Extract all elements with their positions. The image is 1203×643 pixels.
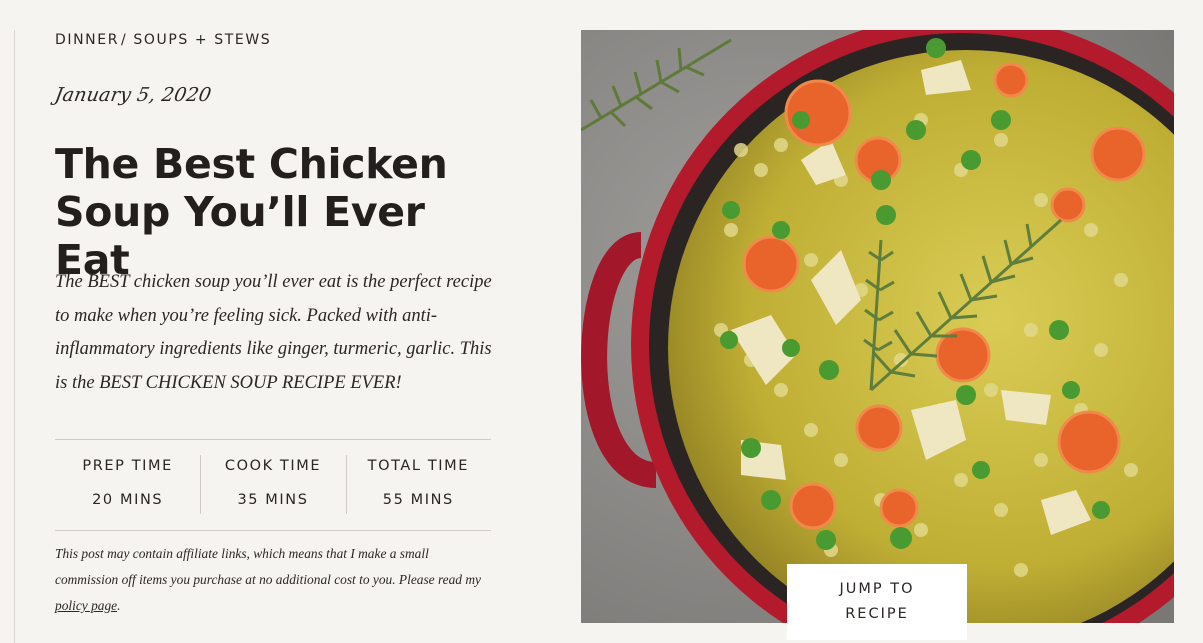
recipe-times: PREP TIME 20 MINS COOK TIME 35 MINS TOTA…: [55, 439, 491, 531]
cook-time-block: COOK TIME 35 MINS: [200, 440, 345, 530]
prep-time-label: PREP TIME: [82, 458, 173, 474]
jump-to-recipe-button[interactable]: JUMP TO RECIPE: [787, 564, 967, 640]
post-date: January 5, 2020: [53, 84, 214, 106]
soup-pot-illustration: [581, 30, 1174, 623]
cook-time-value: 35 MINS: [237, 492, 309, 508]
policy-page-link[interactable]: policy page: [55, 598, 117, 613]
jump-button-line-2: RECIPE: [845, 606, 909, 622]
left-divider-rule: [14, 30, 15, 643]
breadcrumb: DINNER / SOUPS + STEWS: [55, 32, 271, 48]
prep-time-value: 20 MINS: [92, 492, 164, 508]
cook-time-label: COOK TIME: [224, 458, 322, 474]
total-time-label: TOTAL TIME: [367, 458, 470, 474]
breadcrumb-dinner-link[interactable]: DINNER: [55, 32, 119, 48]
breadcrumb-soups-stews-link[interactable]: SOUPS + STEWS: [133, 32, 271, 48]
title-line-1: The Best Chicken: [55, 140, 448, 188]
post-excerpt: The BEST chicken soup you’ll ever eat is…: [55, 272, 492, 393]
disclaimer-text: This post may contain affiliate links, w…: [55, 546, 481, 587]
page-title: The Best Chicken Soup You’ll Ever Eat: [55, 140, 495, 284]
hero-image: [581, 30, 1174, 623]
total-time-block: TOTAL TIME 55 MINS: [345, 440, 491, 530]
breadcrumb-separator: /: [121, 32, 128, 48]
prep-time-block: PREP TIME 20 MINS: [55, 440, 200, 530]
disclaimer-end: .: [117, 598, 121, 613]
affiliate-disclaimer: This post may contain affiliate links, w…: [55, 541, 495, 619]
total-time-value: 55 MINS: [382, 492, 454, 508]
jump-button-line-1: JUMP TO: [839, 581, 915, 597]
